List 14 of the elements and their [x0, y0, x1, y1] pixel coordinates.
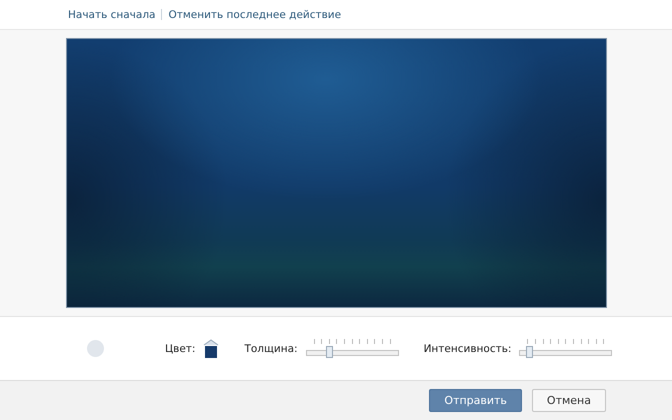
slider-thumb[interactable]	[326, 346, 334, 358]
action-link[interactable]: Отменить последнее действие	[168, 8, 342, 20]
slider-thumb[interactable]	[526, 346, 533, 358]
color-label: Цвет:	[165, 342, 196, 354]
color-picker[interactable]	[203, 338, 220, 358]
slider[interactable]	[519, 338, 612, 358]
cancel-button[interactable]: Отмена	[532, 389, 606, 412]
slider-label: Толщина:	[244, 342, 298, 354]
action-link[interactable]: Начать сначала	[68, 8, 156, 20]
canvas-drawing[interactable]	[66, 38, 606, 308]
slider-label: Интенсивность:	[424, 342, 512, 354]
brush-preview-icon	[87, 340, 104, 357]
slider[interactable]	[306, 338, 399, 358]
send-button[interactable]: Отправить	[429, 389, 522, 412]
